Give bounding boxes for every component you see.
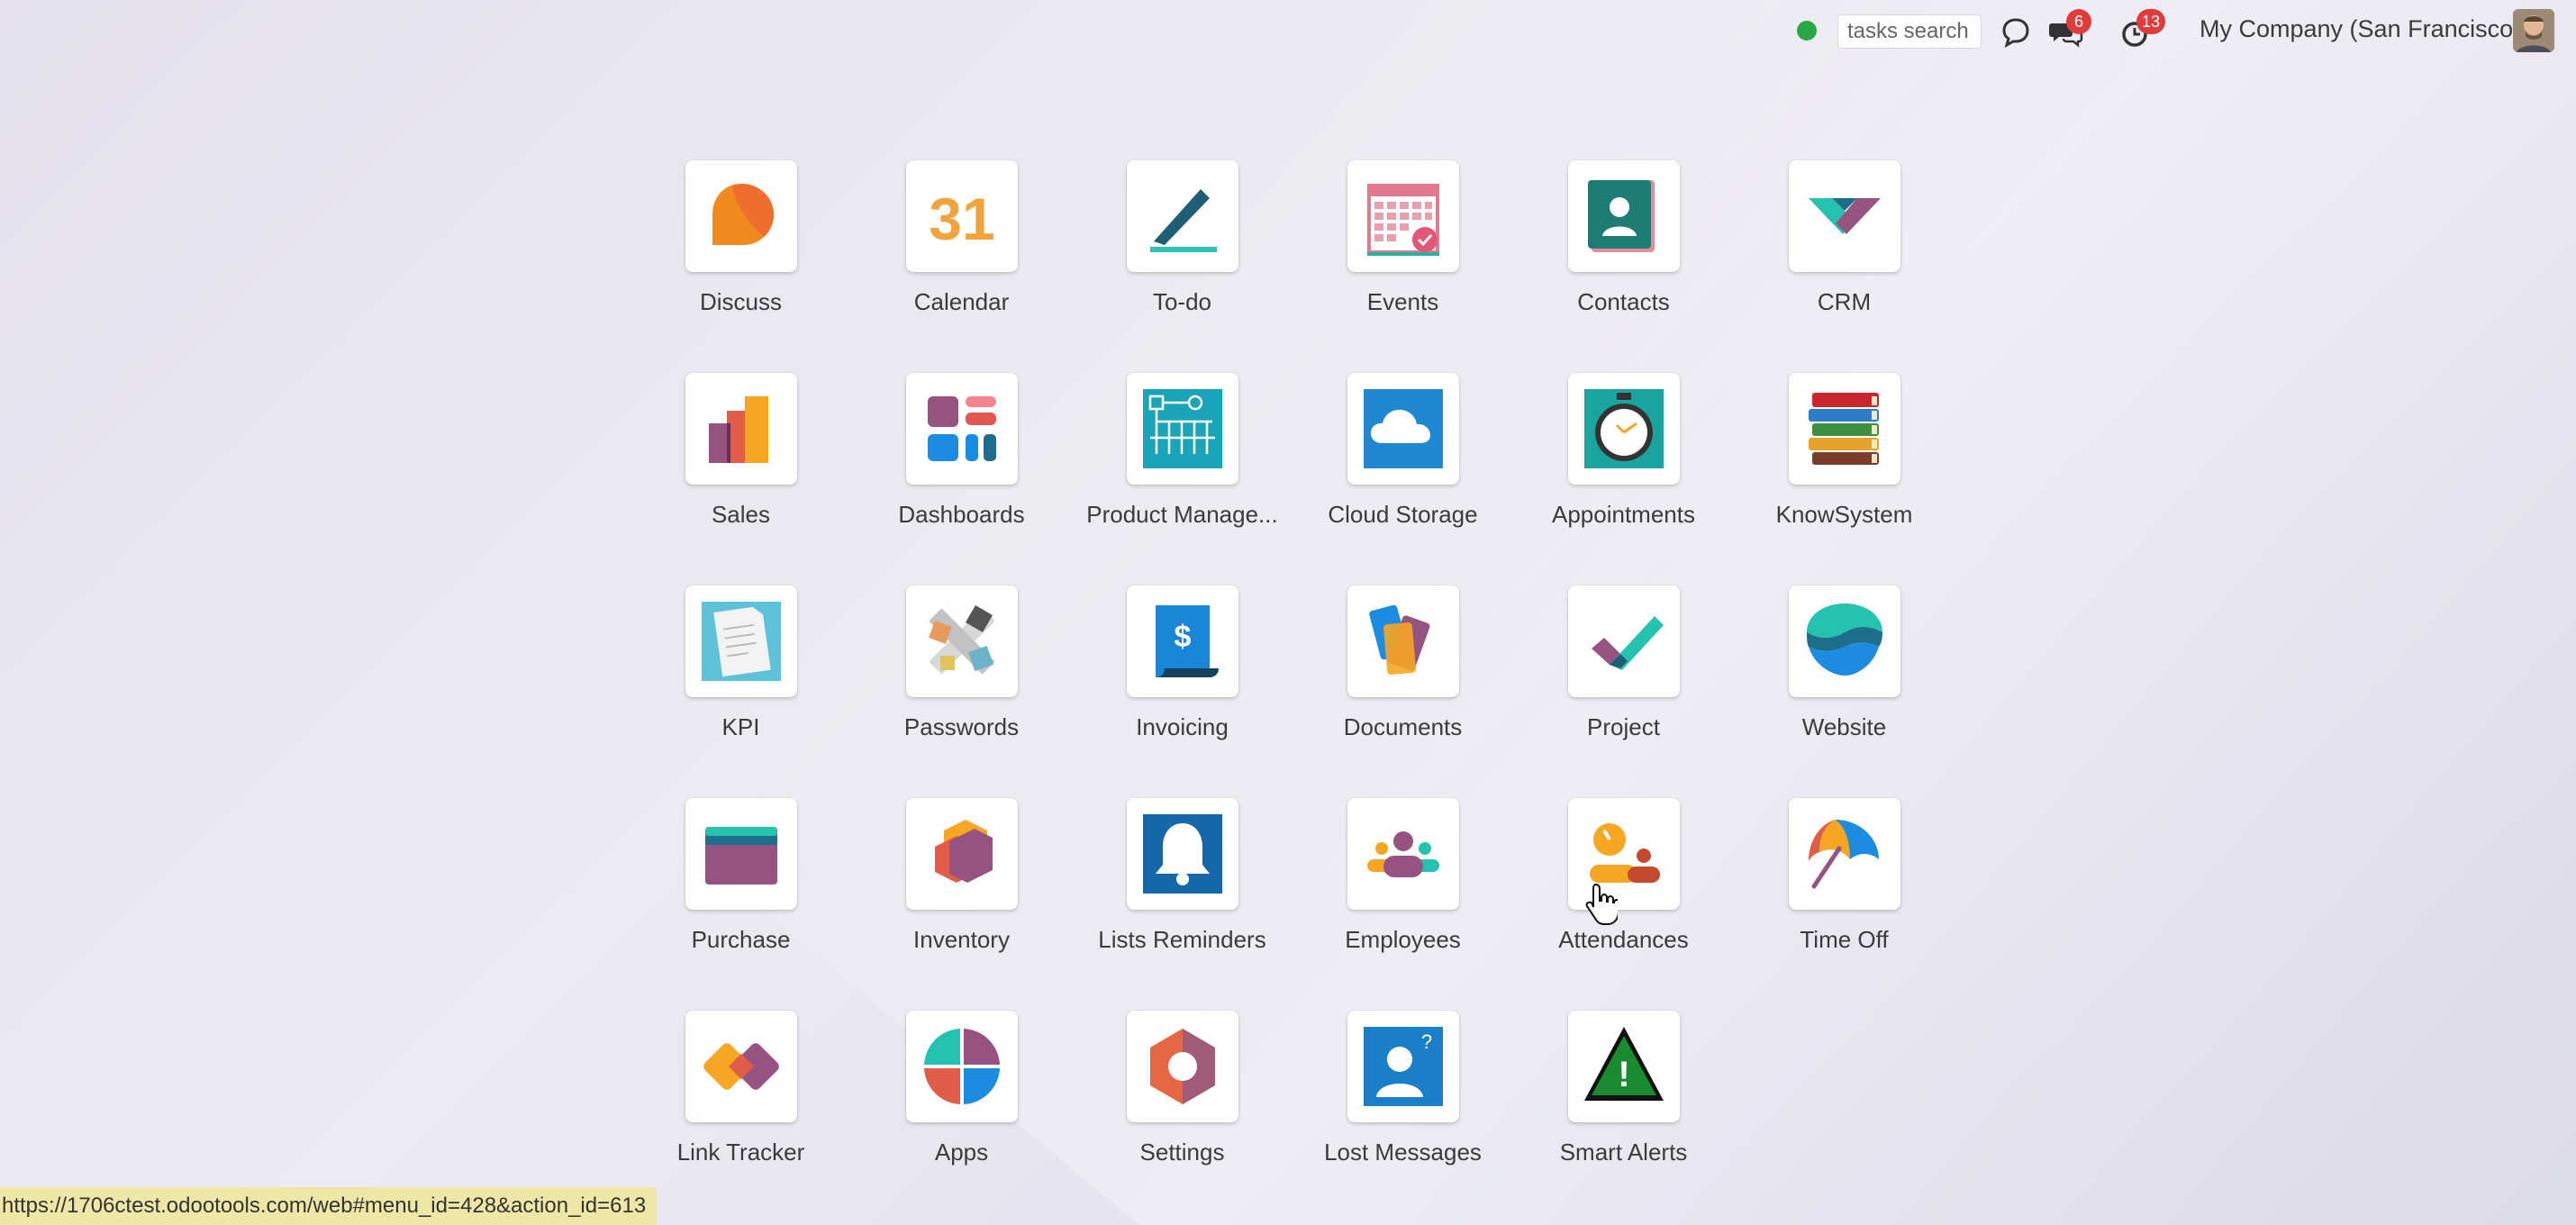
appointments-icon — [1568, 373, 1680, 485]
lost-messages-icon: ? — [1347, 1011, 1459, 1122]
knowsystem-icon — [1789, 373, 1900, 485]
app-todo[interactable]: To-do — [1072, 159, 1293, 357]
app-passwords[interactable]: Passwords — [851, 584, 1072, 782]
inventory-icon — [906, 798, 1018, 910]
app-calendar[interactable]: 31 Calendar — [851, 159, 1072, 357]
apps-icon — [906, 1011, 1018, 1122]
app-kpi[interactable]: KPI — [630, 584, 851, 782]
app-contacts[interactable]: Contacts — [1513, 159, 1734, 357]
app-link-tracker[interactable]: Link Tracker — [630, 1009, 851, 1207]
company-switcher[interactable]: My Company (San Francisco) — [2200, 15, 2521, 43]
product-management-icon — [1127, 373, 1238, 485]
smart-alerts-glyph: ! — [1618, 1055, 1629, 1094]
app-cloud-storage[interactable]: Cloud Storage — [1293, 371, 1513, 569]
app-employees[interactable]: Employees — [1293, 796, 1513, 994]
app-crm[interactable]: CRM — [1734, 159, 1955, 357]
link-tracker-icon — [685, 1011, 797, 1122]
online-status-icon — [1797, 21, 1817, 41]
dashboards-icon — [906, 373, 1018, 485]
time-off-icon — [1789, 798, 1900, 910]
app-dashboards[interactable]: Dashboards — [851, 371, 1072, 569]
contacts-icon — [1568, 160, 1680, 272]
website-icon — [1789, 585, 1900, 697]
sales-icon — [685, 373, 797, 485]
invoicing-glyph: $ — [1175, 620, 1192, 654]
app-time-off[interactable]: Time Off — [1734, 796, 1955, 994]
app-project[interactable]: Project — [1513, 584, 1734, 782]
activities-badge: 13 — [2136, 9, 2166, 34]
hand-cursor-icon — [1585, 883, 1618, 925]
kpi-icon — [685, 585, 797, 697]
voip-phone-icon[interactable] — [1996, 13, 2036, 52]
app-apps[interactable]: Apps — [851, 1009, 1072, 1207]
activities-clock-icon[interactable]: 13 — [2117, 9, 2166, 52]
app-lost-messages[interactable]: ? Lost Messages — [1293, 1009, 1513, 1207]
top-navbar: 6 13 My Company (San Francisco) — [0, 0, 2576, 65]
app-attendances[interactable]: Attendances — [1513, 796, 1734, 994]
lists-reminders-icon — [1127, 798, 1238, 910]
messages-badge: 6 — [2066, 9, 2091, 34]
todo-icon — [1127, 160, 1238, 272]
smart-alerts-icon: ! — [1568, 1011, 1680, 1122]
app-settings[interactable]: Settings — [1072, 1009, 1293, 1207]
calendar-icon: 31 — [906, 160, 1018, 272]
settings-icon — [1127, 1011, 1238, 1122]
project-icon — [1568, 585, 1680, 697]
app-smart-alerts[interactable]: ! Smart Alerts — [1513, 1009, 1734, 1207]
cloud-storage-icon — [1347, 373, 1459, 485]
documents-icon — [1347, 585, 1459, 697]
app-website[interactable]: Website — [1734, 584, 1955, 782]
app-invoicing[interactable]: $ Invoicing — [1072, 584, 1293, 782]
tasks-search-input[interactable] — [1837, 14, 1982, 49]
lost-messages-glyph: ? — [1421, 1030, 1432, 1053]
app-sales[interactable]: Sales — [630, 371, 851, 569]
app-discuss[interactable]: Discuss — [630, 159, 851, 357]
invoicing-icon: $ — [1127, 585, 1238, 697]
app-documents[interactable]: Documents — [1293, 584, 1513, 782]
events-icon — [1347, 160, 1459, 272]
app-inventory[interactable]: Inventory — [851, 796, 1072, 994]
app-lists-reminders[interactable]: Lists Reminders — [1072, 796, 1293, 994]
crm-icon — [1789, 160, 1900, 272]
messages-icon[interactable]: 6 — [2046, 9, 2091, 52]
app-appointments[interactable]: Appointments — [1513, 371, 1734, 569]
calendar-glyph: 31 — [929, 186, 994, 252]
discuss-icon — [685, 160, 797, 272]
app-purchase[interactable]: Purchase — [630, 796, 851, 994]
app-product-management[interactable]: Product Manage... — [1072, 371, 1293, 569]
app-events[interactable]: Events — [1293, 159, 1513, 357]
app-knowsystem[interactable]: KnowSystem — [1734, 371, 1955, 569]
user-avatar[interactable] — [2513, 9, 2554, 52]
employees-icon — [1347, 798, 1459, 910]
passwords-icon — [906, 585, 1018, 697]
link-preview-statusbar: https://1706ctest.odootools.com/web#menu… — [0, 1187, 658, 1225]
purchase-icon — [685, 798, 797, 910]
